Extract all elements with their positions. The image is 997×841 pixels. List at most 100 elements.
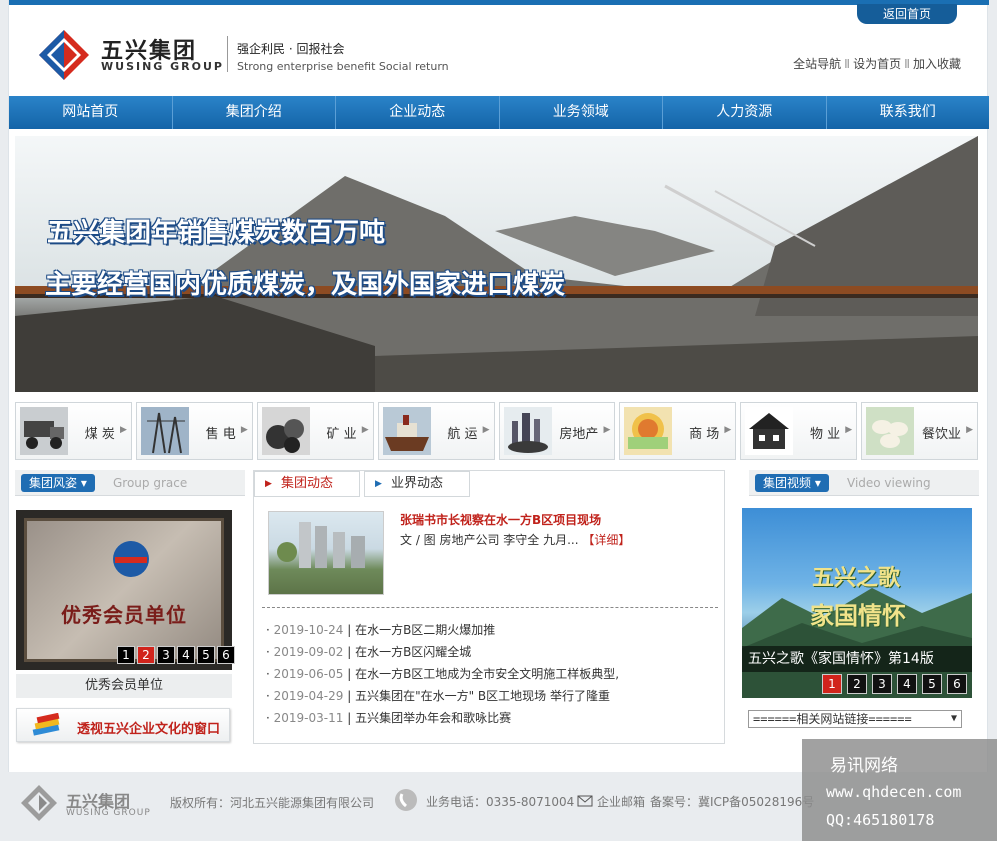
triangle-right-icon: ▶ [375,479,382,489]
culture-link-label: 透视五兴企业文化的窗口 [77,722,221,737]
footer-logo-icon [21,785,57,821]
home-tab-button[interactable]: 返回首页 [857,4,957,24]
chevron-right-icon: ▶ [240,425,248,435]
nav-about[interactable]: 集团介绍 [173,96,336,129]
grace-title-en: Group grace [113,476,188,490]
featured-news-image[interactable] [268,511,384,595]
featured-news-title[interactable]: 张瑞书市长视察在水一方B区项目现场 [400,511,601,528]
sale-icon [624,407,673,455]
ship-icon [382,407,431,455]
video-title-button[interactable]: 集团视频 ▾ [755,474,829,492]
video-title-en: Video viewing [847,476,931,490]
category-real-estate[interactable]: 房地产 ▶ [498,402,616,460]
dumpling-icon [866,407,915,455]
nav-contact[interactable]: 联系我们 [827,96,990,129]
chevron-right-icon: ▶ [966,425,973,435]
chevron-down-icon: ▾ [80,476,87,490]
category-mall[interactable]: 商 场 ▶ [619,402,737,460]
business-categories: 煤 炭 ▶ 售 电 ▶ 矿 业 ▶ 航 运 ▶ 房地产 ▶ 商 场 ▶ 物 业 ▶ 餐饮业 ▶ [15,402,978,460]
nav-news[interactable]: 企业动态 [336,96,500,129]
nav-hr[interactable]: 人力资源 [663,96,827,129]
video-thumbnail[interactable]: 五兴之歌 家国情怀 五兴之歌《家国情怀》第14版 1 2 3 4 5 6 [742,508,972,698]
category-property[interactable]: 物 业 ▶ [740,402,858,460]
nav-business[interactable]: 业务领域 [500,96,663,129]
related-sites-select[interactable]: ======相关网站链接====== ▼ [748,710,962,728]
books-icon [32,713,60,736]
category-label: 售 电 [205,427,236,442]
video-image-text-2: 家国情怀 [810,602,906,630]
grace-caption[interactable]: 优秀会员单位 [16,674,232,698]
news-list: · 2019-10-24 | 在水一方B区二期火爆加推 · 2019-09-02… [266,619,619,729]
featured-news-summary: 文 / 图 房地产公司 李守全 九月... 【详细】 [400,533,631,547]
grace-title-button[interactable]: 集团风姿 ▾ [21,474,95,492]
grace-page-2[interactable]: 2 [137,646,155,664]
news-panel: ▶ 集团动态 ▶ 业界动态 张瑞书市长视察在水一方B区项目现场 文 / 图 房地产公… [253,470,725,744]
ore-icon [261,407,310,455]
category-mining[interactable]: 矿 业 ▶ [256,402,374,460]
chevron-down-icon: ▼ [950,713,957,724]
chevron-right-icon: ▶ [119,425,127,435]
slogan-cn: 强企利民 · 回报社会 [237,42,345,56]
set-homepage-link[interactable]: 设为首页 [853,57,901,71]
culture-link-button[interactable]: 透视五兴企业文化的窗口 [16,708,230,742]
category-label: 煤 炭 [84,427,115,442]
video-page-6[interactable]: 6 [947,674,967,694]
news-item[interactable]: · 2019-06-05 | 在水一方B区工地成为全市安全文明施工样板典型, [266,663,619,685]
main-nav: 网站首页 集团介绍 企业动态 业务领域 人力资源 联系我们 [9,96,989,129]
video-image-text-1: 五兴之歌 [812,566,901,591]
category-catering[interactable]: 餐饮业 ▶ [861,402,978,460]
grace-page-3[interactable]: 3 [157,646,175,664]
news-item[interactable]: · 2019-04-29 | 五兴集团在"在水一方" B区工地现场 举行了隆重 [266,685,619,707]
category-label: 物 业 [809,427,841,442]
power-tower-icon [140,407,189,455]
category-power[interactable]: 售 电 ▶ [135,402,253,460]
mail-icon [577,795,593,807]
video-page-5[interactable]: 5 [922,674,942,694]
add-favorite-link[interactable]: 加入收藏 [913,57,961,71]
watermark-line-3: QQ:465180178 [826,811,935,829]
video-page-4[interactable]: 4 [897,674,917,694]
footer-icp: 备案号：冀ICP备05028196号 [650,795,815,809]
category-label: 房地产 [559,427,599,442]
tab-group-news[interactable]: ▶ 集团动态 [254,471,360,497]
triangle-right-icon: ▶ [265,479,272,489]
featured-news-more-link[interactable]: 【详细】 [582,533,630,547]
news-item[interactable]: · 2019-10-24 | 在水一方B区二期火爆加推 [266,619,619,641]
watermark-overlay: 易讯网络 www.qhdecen.com QQ:465180178 [802,739,997,841]
nav-home[interactable]: 网站首页 [9,96,173,129]
chevron-down-icon: ▾ [814,476,821,490]
watermark-line-1: 易讯网络 [830,756,898,776]
video-page-1[interactable]: 1 [822,674,842,694]
video-page-2[interactable]: 2 [847,674,867,694]
hero-banner[interactable]: 五兴集团年销售煤炭数百万吨 主要经营国内优质煤炭，及国外国家进口煤炭 [15,136,978,392]
grace-page-6[interactable]: 6 [217,646,235,664]
sitemap-link[interactable]: 全站导航 [793,57,841,71]
category-coal[interactable]: 煤 炭 ▶ [15,402,132,460]
chevron-right-icon: ▶ [724,425,732,435]
grace-page-1[interactable]: 1 [117,646,135,664]
grace-panel-header: 集团风姿 ▾ Group grace [15,470,245,496]
video-page-3[interactable]: 3 [872,674,892,694]
tab-industry-news[interactable]: ▶ 业界动态 [364,471,470,497]
category-shipping[interactable]: 航 运 ▶ [377,402,495,460]
news-item[interactable]: · 2019-03-11 | 五兴集团举办年会和歌咏比赛 [266,707,619,729]
banner-headline-1: 五兴集团年销售煤炭数百万吨 [47,218,386,248]
news-divider [262,607,718,608]
house-icon [745,407,794,455]
chevron-right-icon: ▶ [361,425,369,435]
grace-pager: 1 2 3 4 5 6 [117,646,235,664]
banner-headline-2: 主要经营国内优质煤炭，及国外国家进口煤炭 [45,270,566,300]
logo-icon[interactable] [37,28,91,82]
grace-page-4[interactable]: 4 [177,646,195,664]
video-pager: 1 2 3 4 5 6 [822,674,967,694]
footer-copyright: 版权所有：河北五兴能源集团有限公司 [170,796,375,810]
news-item[interactable]: · 2019-09-02 | 在水一方B区闪耀全城 [266,641,619,663]
grace-page-5[interactable]: 5 [197,646,215,664]
footer-mail-link[interactable]: 企业邮箱 [597,793,645,810]
category-label: 矿 业 [326,427,357,442]
footer-logo-en: WUSING GROUP [66,808,151,818]
video-caption[interactable]: 五兴之歌《家国情怀》第14版 [742,646,972,672]
category-label: 商 场 [689,427,720,442]
emblem-icon [113,541,149,577]
video-panel-header: 集团视频 ▾ Video viewing [749,470,979,496]
